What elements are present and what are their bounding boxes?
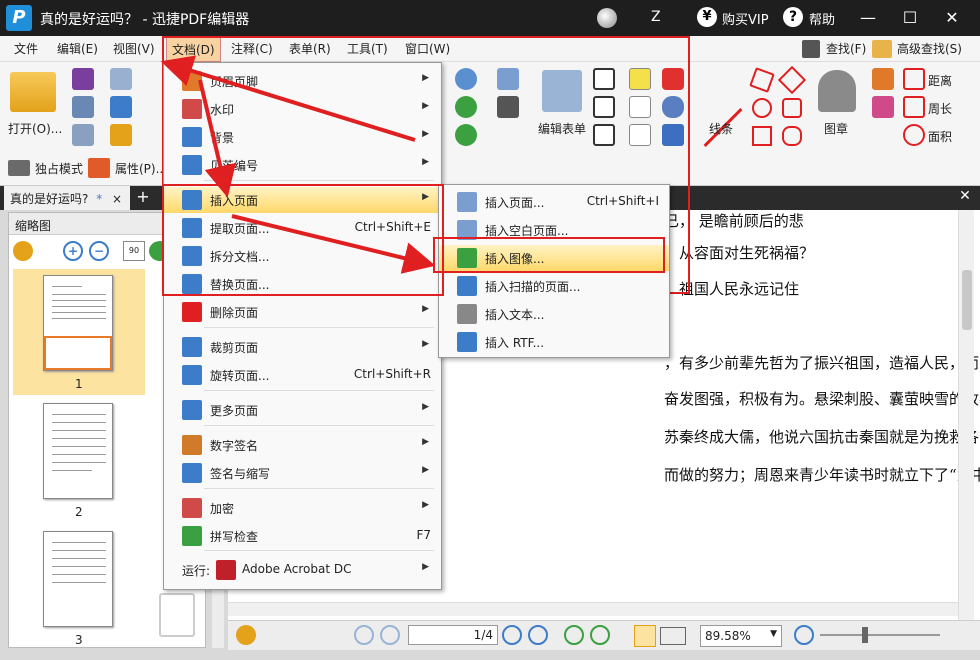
arrow-to-insert-page — [198, 79, 236, 198]
annotation-arrows — [160, 55, 436, 274]
arrow-to-insert-image — [231, 214, 436, 274]
